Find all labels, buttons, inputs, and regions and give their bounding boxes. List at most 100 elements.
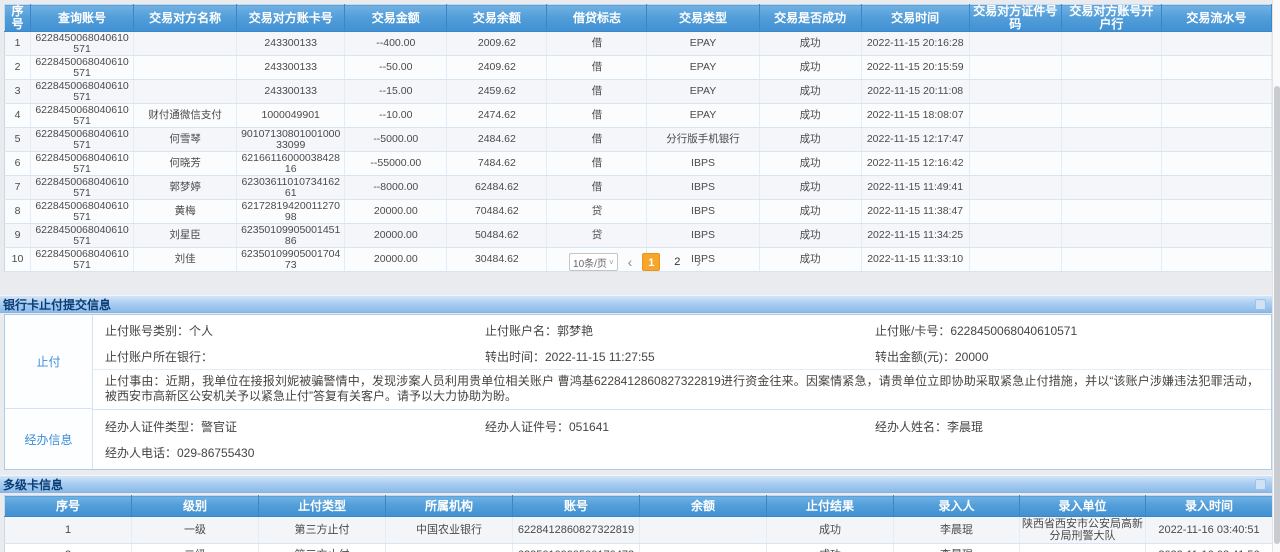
cell: --50.00: [345, 56, 447, 80]
cell: 70484.62: [447, 200, 547, 224]
cell: [1161, 104, 1271, 128]
cell: 贷: [547, 200, 647, 224]
collapse-icon[interactable]: [1255, 299, 1266, 310]
cell: IBPS: [647, 176, 759, 200]
cell: 成功: [759, 56, 861, 80]
cell: 借: [547, 128, 647, 152]
column-header: 查询账号: [31, 5, 134, 32]
vertical-scrollbar[interactable]: [1272, 0, 1280, 552]
cell: [134, 56, 237, 80]
operator-group: 经办人证件类型：警官证经办人证件号：051641经办人姓名：李晨琨经办人电话：0…: [93, 410, 1271, 469]
field: 经办人姓名：李晨琨: [875, 418, 1271, 435]
cell: 成功: [759, 128, 861, 152]
cell: 2022-11-15 20:16:28: [861, 32, 969, 56]
cell: 成功: [759, 200, 861, 224]
cell: [1061, 128, 1161, 152]
cell: [969, 224, 1061, 248]
cell: 二级: [132, 544, 259, 552]
cell: 2022-11-15 18:08:07: [861, 104, 969, 128]
column-header: 级别: [132, 496, 259, 517]
stop-group: 止付账号类别：个人止付账户名：郭梦艳止付账/卡号：622845006804061…: [93, 315, 1271, 410]
cell: 李晨琨: [894, 517, 1020, 544]
cell: 2009.62: [447, 32, 547, 56]
prev-page-icon[interactable]: ‹: [626, 255, 635, 269]
cell: 1: [5, 517, 132, 544]
table-row: 86228450068040610571黄梅621728194200112709…: [5, 200, 1272, 224]
operator-group-label: 经办信息: [5, 409, 92, 469]
field: 经办人电话：029-86755430: [105, 444, 485, 461]
cell: 6228450068040610571: [31, 56, 134, 80]
cell: [969, 32, 1061, 56]
cell: [386, 544, 513, 552]
cell: 2022-11-15 12:16:42: [861, 152, 969, 176]
field: 转出金额(元)：20000: [875, 348, 1271, 365]
cell: [969, 200, 1061, 224]
cell: 6228412860827322819: [513, 517, 640, 544]
cell: 2459.62: [447, 80, 547, 104]
table-row: 56228450068040610571何雪琴90107130801001000…: [5, 128, 1272, 152]
column-header: 余额: [640, 496, 767, 517]
page-size-label: 10条/页: [573, 255, 607, 270]
column-header: 交易金额: [345, 5, 447, 32]
cell: 第三方止付: [259, 517, 386, 544]
cell: 6228450068040610571: [31, 32, 134, 56]
cell: 借: [547, 152, 647, 176]
cell: IBPS: [647, 224, 759, 248]
collapse-icon[interactable]: [1255, 479, 1266, 490]
cell: 6228450068040610571: [31, 200, 134, 224]
cell: EPAY: [647, 56, 759, 80]
cell: [1161, 224, 1271, 248]
column-header: 借贷标志: [547, 5, 647, 32]
field: 经办人证件类型：警官证: [105, 418, 485, 435]
cell: EPAY: [647, 80, 759, 104]
cell: 6228450068040610571: [31, 152, 134, 176]
cell: 6228450068040610571: [31, 128, 134, 152]
cell: --55000.00: [345, 152, 447, 176]
column-header: 序号: [5, 496, 132, 517]
table-row: 36228450068040610571243300133--15.002459…: [5, 80, 1272, 104]
cell: 2022-11-15 11:34:25: [861, 224, 969, 248]
stop-payment-info-box: 止付 经办信息 止付账号类别：个人止付账户名：郭梦艳止付账/卡号：6228450…: [4, 314, 1272, 470]
cell: 20000.00: [345, 224, 447, 248]
cell: 4: [5, 104, 31, 128]
cell: [969, 80, 1061, 104]
chevron-down-icon: ˅: [609, 258, 614, 267]
page-number-button[interactable]: 2: [668, 253, 686, 271]
page-size-select[interactable]: 10条/页 ˅: [569, 253, 618, 271]
column-header: 止付结果: [767, 496, 894, 517]
column-header: 录入人: [894, 496, 1020, 517]
cell: [969, 176, 1061, 200]
cell: 2022-11-15 20:11:08: [861, 80, 969, 104]
next-page-icon[interactable]: ›: [694, 255, 703, 269]
cell: 2022-11-15 11:49:41: [861, 176, 969, 200]
column-header: 交易对方账卡号: [237, 5, 345, 32]
cell: EPAY: [647, 104, 759, 128]
cell: 2: [5, 544, 132, 552]
column-header: 交易类型: [647, 5, 759, 32]
field: 止付账号类别：个人: [105, 322, 485, 339]
cell: 6217281942001127098: [237, 200, 345, 224]
cell: [134, 80, 237, 104]
cell: 5: [5, 128, 31, 152]
cell: [1061, 176, 1161, 200]
scrollbar-thumb[interactable]: [1274, 86, 1280, 544]
cell: [1161, 200, 1271, 224]
cell: 9: [5, 224, 31, 248]
column-header: 录入单位: [1020, 496, 1146, 517]
column-header: 账号: [513, 496, 640, 517]
card-section-bar: 多级卡信息: [0, 475, 1272, 493]
cell: 6228450068040610571: [31, 80, 134, 104]
cell: 2484.62: [447, 128, 547, 152]
cell: 8: [5, 200, 31, 224]
field: 转出时间：2022-11-15 11:27:55: [485, 348, 875, 365]
cell: 1: [5, 32, 31, 56]
card-table: 序号级别止付类型所属机构账号余额止付结果录入人录入单位录入时间 1一级第三方止付…: [4, 495, 1272, 552]
table-row: 46228450068040610571财付通微信支付1000049901--1…: [5, 104, 1272, 128]
cell: --5000.00: [345, 128, 447, 152]
table-row: 16228450068040610571243300133--400.00200…: [5, 32, 1272, 56]
cell: [1061, 152, 1161, 176]
cell: [1020, 544, 1146, 552]
page-number-button[interactable]: 1: [642, 253, 660, 271]
column-header: 录入时间: [1146, 496, 1273, 517]
cell: [1061, 32, 1161, 56]
